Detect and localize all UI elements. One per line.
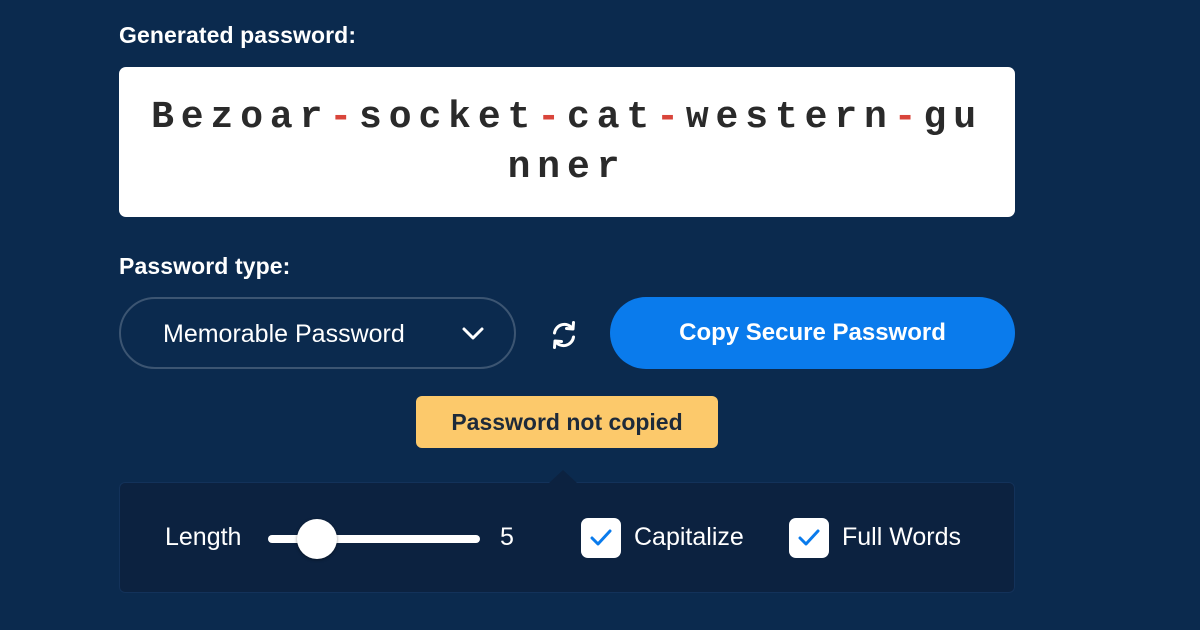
length-slider-thumb[interactable] (297, 519, 337, 559)
full-words-label[interactable]: Full Words (842, 523, 961, 552)
password-word: socket (359, 96, 538, 139)
password-word: cat (566, 96, 657, 139)
password-separator: - (329, 96, 360, 139)
refresh-icon[interactable] (548, 319, 580, 351)
chevron-down-icon (462, 327, 484, 340)
password-type-value: Memorable Password (163, 320, 405, 348)
full-words-checkbox[interactable] (789, 518, 829, 558)
password-word: western (685, 96, 894, 139)
checkmark-icon (590, 529, 612, 546)
password-type-select[interactable]: Memorable Password (119, 297, 516, 369)
password-separator: - (893, 96, 924, 139)
length-value: 5 (500, 523, 514, 551)
password-separator: - (537, 96, 567, 139)
password-separator: - (656, 96, 686, 139)
password-type-label: Password type: (119, 253, 291, 279)
capitalize-label[interactable]: Capitalize (634, 523, 744, 552)
copy-secure-password-button[interactable]: Copy Secure Password (610, 297, 1015, 369)
password-word: Bezoar (151, 96, 330, 139)
panel-notch (549, 470, 577, 483)
generated-password-box[interactable]: Bezoar-socket-cat-western-gunner (119, 67, 1015, 217)
length-label: Length (165, 523, 242, 551)
capitalize-checkbox[interactable] (581, 518, 621, 558)
checkmark-icon (798, 529, 820, 546)
generated-password-label: Generated password: (119, 22, 357, 48)
copy-status-tooltip: Password not copied (416, 396, 718, 448)
generated-password-text: Bezoar-socket-cat-western-gunner (147, 93, 987, 193)
